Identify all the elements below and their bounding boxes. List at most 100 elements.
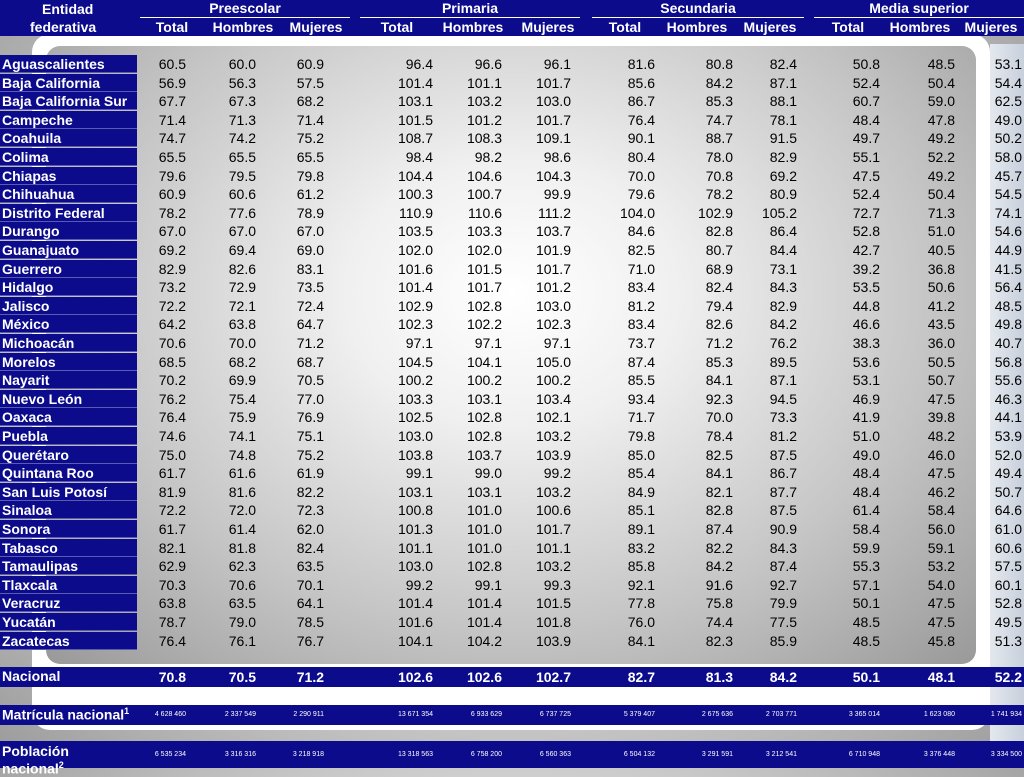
table-cell: 72.7 xyxy=(852,204,880,221)
table-cell: 102.1 xyxy=(535,409,571,426)
table-cell: 90.9 xyxy=(769,521,797,537)
matricula-row: Matrícula nacional1 4 628 460 2 337 549 2 … xyxy=(0,705,1024,725)
table-cell: 75.8 xyxy=(705,595,733,612)
table-cell: 92.7 xyxy=(769,576,797,593)
table-cell: 103.1 xyxy=(466,390,502,407)
table-cell: 110.9 xyxy=(399,204,433,221)
table-cell: 102.0 xyxy=(466,242,502,258)
table-cell: 39.8 xyxy=(927,409,955,426)
table-cell: 100.2 xyxy=(466,372,502,389)
table-cell: 77.0 xyxy=(296,390,324,407)
table-cell: 78.5 xyxy=(296,614,324,630)
table-cell: 46.2 xyxy=(927,483,955,500)
table-cell: 52.2 xyxy=(927,149,955,165)
table-cell: 84.3 xyxy=(769,279,797,296)
matricula-cell: 5 379 407 xyxy=(623,711,655,718)
table-cell: 71.0 xyxy=(627,260,655,277)
table-cell: 100.2 xyxy=(397,372,433,389)
poblacion-cell: 3 334 500 xyxy=(990,751,1022,758)
table-cell: 49.8 xyxy=(994,316,1022,333)
table-cell: 101.8 xyxy=(535,614,571,630)
table-cell: 101.4 xyxy=(397,74,433,91)
table-cell: 75.2 xyxy=(296,446,324,463)
table-cell: 101.4 xyxy=(397,279,433,296)
table-cell: 46.0 xyxy=(927,446,955,463)
table-cell: 49.0 xyxy=(852,446,880,463)
table-cell: 38.3 xyxy=(852,335,880,351)
table-cell: 79.8 xyxy=(296,167,324,184)
table-cell: 87.1 xyxy=(769,74,797,91)
table-cell: 48.5 xyxy=(852,632,880,649)
nacional-cell: 84.2 xyxy=(769,669,797,685)
table-cell: 60.9 xyxy=(158,186,186,203)
table-cell: 82.5 xyxy=(705,446,733,463)
subheader-total: Total xyxy=(608,19,642,35)
table-cell: 84.1 xyxy=(705,372,733,389)
table-cell: 55.6 xyxy=(994,372,1022,389)
table-cell: 76.2 xyxy=(769,335,797,351)
table-cell: 48.5 xyxy=(927,56,955,72)
table-cell: 40.5 xyxy=(927,242,955,258)
table-cell: 74.2 xyxy=(228,130,256,147)
table-cell: 74.1 xyxy=(994,204,1022,221)
table-cell: 103.2 xyxy=(535,483,571,500)
table-cell: 63.8 xyxy=(228,316,256,333)
table-cell: 47.8 xyxy=(927,111,955,128)
table-cell: 76.4 xyxy=(158,409,186,426)
table-cell: 70.1 xyxy=(296,576,324,593)
table-cell: 103.2 xyxy=(535,428,571,444)
table-cell: 47.5 xyxy=(852,167,880,184)
table-cell: 104.5 xyxy=(397,353,433,370)
table-cell: 60.7 xyxy=(852,93,880,110)
table-cell: 101.5 xyxy=(397,111,433,128)
table-cell: 48.4 xyxy=(852,465,880,482)
table-cell: 84.4 xyxy=(769,242,797,258)
table-cell: 100.8 xyxy=(397,502,433,519)
table-cell: 87.5 xyxy=(769,446,797,463)
table-cell: 47.5 xyxy=(927,390,955,407)
table-cell: 104.4 xyxy=(397,167,433,184)
nacional-cell: 70.8 xyxy=(158,669,186,685)
table-cell: 57.5 xyxy=(296,74,324,91)
table-cell: 53.2 xyxy=(927,558,955,575)
table-cell: 99.2 xyxy=(405,576,433,593)
poblacion-cell: 13 318 563 xyxy=(397,751,433,758)
table-cell: 47.5 xyxy=(927,465,955,482)
table-cell: 98.4 xyxy=(405,149,433,165)
table-cell: 94.5 xyxy=(769,390,797,407)
poblacion-cell: 3 316 316 xyxy=(224,751,256,758)
table-cell: 101.6 xyxy=(397,614,433,630)
table-cell: 56.3 xyxy=(228,74,256,91)
matricula-cell: 2 703 771 xyxy=(765,711,797,718)
table-cell: 58.4 xyxy=(927,502,955,519)
table-cell: 101.4 xyxy=(466,595,502,612)
table-cell: 44.1 xyxy=(994,409,1022,426)
table-cell: 42.7 xyxy=(852,242,880,258)
table-cell: 100.2 xyxy=(535,372,571,389)
table-cell: 50.5 xyxy=(927,353,955,370)
table-cell: 102.8 xyxy=(466,428,502,444)
nacional-cell: 48.1 xyxy=(927,669,955,685)
table-cell: 71.3 xyxy=(927,204,955,221)
table-cell: 103.1 xyxy=(466,483,502,500)
nacional-cell: 82.7 xyxy=(627,669,655,685)
table-cell: 82.2 xyxy=(705,539,733,556)
table-cell: 75.2 xyxy=(296,130,324,147)
table-cell: 61.4 xyxy=(852,502,880,519)
table-cell: 104.0 xyxy=(619,204,655,221)
table-cell: 65.5 xyxy=(296,149,324,165)
table-cell: 79.5 xyxy=(228,167,256,184)
table-cell: 85.6 xyxy=(627,74,655,91)
table-cell: 97.1 xyxy=(543,335,571,351)
table-cell: 84.9 xyxy=(627,483,655,500)
table-cell: 50.6 xyxy=(927,279,955,296)
table-cell: 84.2 xyxy=(705,558,733,575)
table-cell: 103.0 xyxy=(535,93,571,110)
table-cell: 101.5 xyxy=(466,260,502,277)
table-cell: 76.4 xyxy=(627,111,655,128)
table-cell: 53.6 xyxy=(852,353,880,370)
poblacion-cell: 3 218 918 xyxy=(292,751,324,758)
header-entity-line2: federativa xyxy=(30,19,97,35)
table-cell: 102.9 xyxy=(397,297,433,314)
table-cell: 48.5 xyxy=(994,297,1022,314)
